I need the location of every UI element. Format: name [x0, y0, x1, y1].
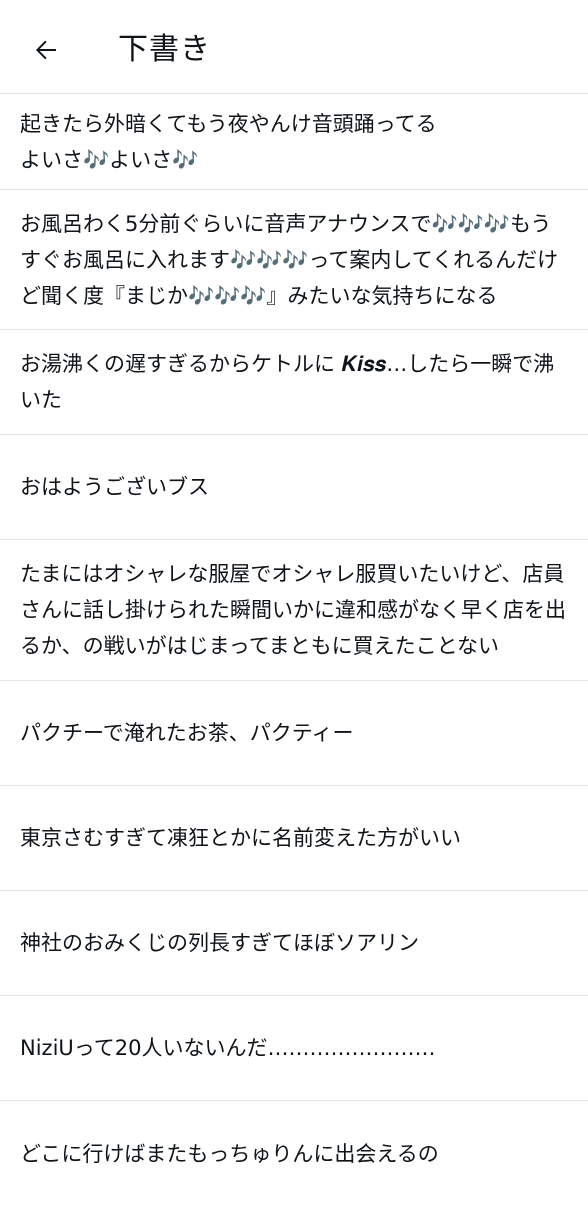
draft-item[interactable]: パクチーで淹れたお茶、パクティー — [0, 681, 588, 786]
draft-item[interactable]: おはようございブス — [0, 435, 588, 540]
draft-text: おはようございブス — [20, 475, 209, 499]
draft-text: どこに行けばまたもっちゅりんに出会えるの — [20, 1141, 439, 1166]
draft-text: 東京さむすぎて凍狂とかに名前変えた方がいい — [20, 826, 461, 850]
draft-text: NiziUって20人いないんだ…………………… — [20, 1036, 436, 1060]
draft-item[interactable]: 神社のおみくじの列長すぎてほぼソアリン — [0, 891, 588, 996]
draft-text: 神社のおみくじの列長すぎてほぼソアリン — [20, 931, 419, 955]
draft-item[interactable]: お風呂わく5分前ぐらいに音声アナウンスで🎶🎶🎶もうすぐお風呂に入れます🎶🎶🎶って… — [0, 190, 588, 330]
draft-item[interactable]: どこに行けばまたもっちゅりんに出会えるの — [0, 1101, 588, 1206]
draft-item[interactable]: 起きたら外暗くてもう夜やんけ音頭踊ってる よいさ🎶よいさ🎶 — [0, 94, 588, 190]
draft-text: たまにはオシャレな服屋でオシャレ服買いたいけど、店員さんに話し掛けられた瞬間いか… — [20, 562, 566, 658]
arrow-left-icon — [36, 40, 56, 60]
top-app-bar: 下書き — [0, 0, 588, 94]
draft-text: 起きたら外暗くてもう夜やんけ音頭踊ってる よいさ🎶よいさ🎶 — [20, 111, 437, 172]
draft-item[interactable]: NiziUって20人いないんだ…………………… — [0, 996, 588, 1101]
draft-text: パクチーで淹れたお茶、パクティー — [20, 721, 354, 745]
page-title: 下書き — [118, 32, 211, 67]
draft-item[interactable]: 東京さむすぎて凍狂とかに名前変えた方がいい — [0, 786, 588, 891]
draft-text: お風呂わく5分前ぐらいに音声アナウンスで🎶🎶🎶もうすぐお風呂に入れます🎶🎶🎶って… — [20, 211, 559, 308]
draft-text: お湯沸くの遅すぎるからケトルに 𝑲𝒊𝒔𝒔…したら一瞬で沸いた — [20, 352, 555, 412]
drafts-list: 起きたら外暗くてもう夜やんけ音頭踊ってる よいさ🎶よいさ🎶 お風呂わく5分前ぐら… — [0, 94, 588, 1206]
draft-item[interactable]: たまにはオシャレな服屋でオシャレ服買いたいけど、店員さんに話し掛けられた瞬間いか… — [0, 540, 588, 681]
draft-item[interactable]: お湯沸くの遅すぎるからケトルに 𝑲𝒊𝒔𝒔…したら一瞬で沸いた — [0, 330, 588, 435]
back-button[interactable] — [22, 26, 70, 74]
